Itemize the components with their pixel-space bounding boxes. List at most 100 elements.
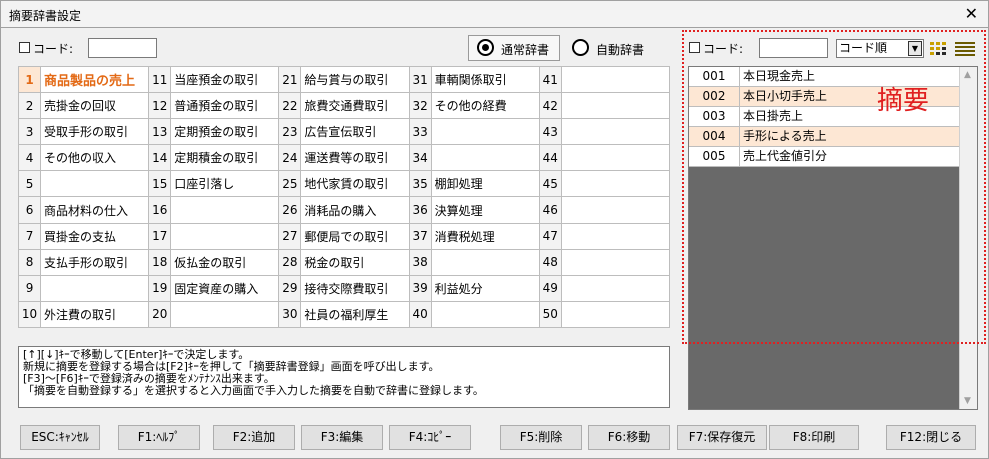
f8-print-button[interactable]: F8:印刷 (769, 425, 859, 450)
grid-cell-number[interactable]: 4 (17, 144, 42, 172)
grid-cell-number[interactable]: 33 (408, 118, 432, 146)
grid-cell-number[interactable]: 15 (148, 170, 172, 198)
grid-cell-label[interactable] (560, 65, 671, 94)
grid-cell-label[interactable]: 定期預金の取引 (170, 118, 280, 146)
grid-cell-number[interactable]: 46 (538, 196, 562, 224)
grid-cell-label[interactable] (170, 222, 280, 250)
grid-cell-label[interactable]: 社員の福利厚生 (300, 300, 410, 329)
grid-cell-label[interactable] (40, 170, 150, 198)
grid-cell-label[interactable]: 定期積金の取引 (170, 144, 280, 172)
grid-cell-label[interactable] (560, 300, 671, 329)
grid-cell-label[interactable] (170, 300, 280, 329)
grid-cell-number[interactable]: 14 (148, 144, 172, 172)
grid-cell-label[interactable]: 棚卸処理 (430, 170, 540, 198)
grid-cell-number[interactable]: 38 (408, 248, 432, 276)
grid-cell-label[interactable]: 売掛金の回収 (40, 92, 150, 120)
grid-cell-number[interactable]: 1 (17, 65, 42, 94)
grid-cell-number[interactable]: 41 (538, 65, 562, 94)
f3-edit-button[interactable]: F3:編集 (301, 425, 383, 450)
grid-cell-label[interactable]: 受取手形の取引 (40, 118, 150, 146)
grid-cell-label[interactable]: 運送費等の取引 (300, 144, 410, 172)
grid-cell-label[interactable]: 決算処理 (430, 196, 540, 224)
grid-cell-number[interactable]: 31 (408, 65, 432, 94)
close-icon[interactable]: ✕ (965, 4, 978, 23)
grid-cell-label[interactable]: 当座預金の取引 (170, 65, 280, 94)
left-code-input[interactable] (88, 38, 157, 58)
grid-cell-label[interactable]: 郵便局での取引 (300, 222, 410, 250)
grid-cell-number[interactable]: 40 (408, 300, 432, 329)
grid-cell-number[interactable]: 26 (278, 196, 302, 224)
grid-cell-number[interactable]: 8 (17, 248, 42, 276)
grid-cell-label[interactable] (560, 118, 671, 146)
grid-cell-label[interactable]: 商品材料の仕入 (40, 196, 150, 224)
grid-cell-number[interactable]: 24 (278, 144, 302, 172)
grid-cell-number[interactable]: 47 (538, 222, 562, 250)
f4-copy-button[interactable]: F4:ｺﾋﾟｰ (389, 425, 471, 450)
radio-auto-icon[interactable] (572, 39, 589, 56)
grid-cell-number[interactable]: 6 (17, 196, 42, 224)
grid-cell-label[interactable]: その他の経費 (430, 92, 540, 120)
grid-cell-number[interactable]: 9 (17, 274, 42, 302)
grid-cell-label[interactable] (560, 274, 671, 302)
grid-cell-label[interactable]: 商品製品の売上 (40, 65, 150, 94)
grid-cell-number[interactable]: 7 (17, 222, 42, 250)
grid-cell-label[interactable] (40, 274, 150, 302)
grid-cell-number[interactable]: 36 (408, 196, 432, 224)
grid-cell-number[interactable]: 16 (148, 196, 172, 224)
radio-normal-icon[interactable] (477, 39, 494, 56)
grid-cell-number[interactable]: 42 (538, 92, 562, 120)
grid-cell-number[interactable]: 30 (278, 300, 302, 329)
grid-cell-label[interactable]: 消費税処理 (430, 222, 540, 250)
grid-cell-number[interactable]: 12 (148, 92, 172, 120)
grid-cell-number[interactable]: 35 (408, 170, 432, 198)
grid-cell-label[interactable] (560, 196, 671, 224)
f5-delete-button[interactable]: F5:削除 (500, 425, 582, 450)
grid-cell-number[interactable]: 28 (278, 248, 302, 276)
grid-cell-label[interactable]: 外注費の取引 (40, 300, 150, 329)
grid-cell-number[interactable]: 22 (278, 92, 302, 120)
grid-cell-label[interactable] (560, 248, 671, 276)
grid-cell-label[interactable] (170, 196, 280, 224)
grid-cell-number[interactable]: 3 (17, 118, 42, 146)
grid-cell-label[interactable]: 固定資産の購入 (170, 274, 280, 302)
grid-cell-label[interactable]: 買掛金の支払 (40, 222, 150, 250)
grid-cell-number[interactable]: 45 (538, 170, 562, 198)
grid-cell-number[interactable]: 10 (17, 300, 42, 329)
grid-cell-label[interactable]: 消耗品の購入 (300, 196, 410, 224)
grid-cell-number[interactable]: 5 (17, 170, 42, 198)
grid-cell-label[interactable]: 地代家賃の取引 (300, 170, 410, 198)
grid-cell-number[interactable]: 25 (278, 170, 302, 198)
grid-cell-label[interactable] (560, 92, 671, 120)
grid-cell-label[interactable]: 仮払金の取引 (170, 248, 280, 276)
f7-save-restore-button[interactable]: F7:保存復元 (677, 425, 767, 450)
grid-cell-number[interactable]: 13 (148, 118, 172, 146)
grid-cell-label[interactable]: 車輌関係取引 (430, 65, 540, 94)
grid-cell-label[interactable] (560, 144, 671, 172)
grid-cell-number[interactable]: 39 (408, 274, 432, 302)
f12-close-button[interactable]: F12:閉じる (886, 425, 976, 450)
grid-cell-number[interactable]: 17 (148, 222, 172, 250)
grid-cell-label[interactable]: 普通預金の取引 (170, 92, 280, 120)
grid-cell-label[interactable] (560, 222, 671, 250)
grid-cell-number[interactable]: 2 (17, 92, 42, 120)
grid-cell-number[interactable]: 49 (538, 274, 562, 302)
grid-cell-label[interactable]: 給与賞与の取引 (300, 65, 410, 94)
grid-cell-number[interactable]: 21 (278, 65, 302, 94)
grid-cell-number[interactable]: 23 (278, 118, 302, 146)
scroll-down-icon[interactable]: ▼ (964, 396, 971, 406)
grid-cell-number[interactable]: 34 (408, 144, 432, 172)
grid-cell-label[interactable]: 税金の取引 (300, 248, 410, 276)
grid-cell-label[interactable]: 接待交際費取引 (300, 274, 410, 302)
grid-cell-number[interactable]: 29 (278, 274, 302, 302)
grid-cell-label[interactable]: 支払手形の取引 (40, 248, 150, 276)
grid-cell-label[interactable] (430, 144, 540, 172)
grid-cell-number[interactable]: 27 (278, 222, 302, 250)
grid-cell-number[interactable]: 19 (148, 274, 172, 302)
grid-cell-number[interactable]: 18 (148, 248, 172, 276)
grid-cell-label[interactable]: その他の収入 (40, 144, 150, 172)
f1-help-button[interactable]: F1:ﾍﾙﾌﾟ (118, 425, 200, 450)
grid-cell-number[interactable]: 50 (538, 300, 562, 329)
grid-cell-label[interactable] (430, 118, 540, 146)
grid-cell-number[interactable]: 20 (148, 300, 172, 329)
esc-cancel-button[interactable]: ESC:ｷｬﾝｾﾙ (20, 425, 100, 450)
